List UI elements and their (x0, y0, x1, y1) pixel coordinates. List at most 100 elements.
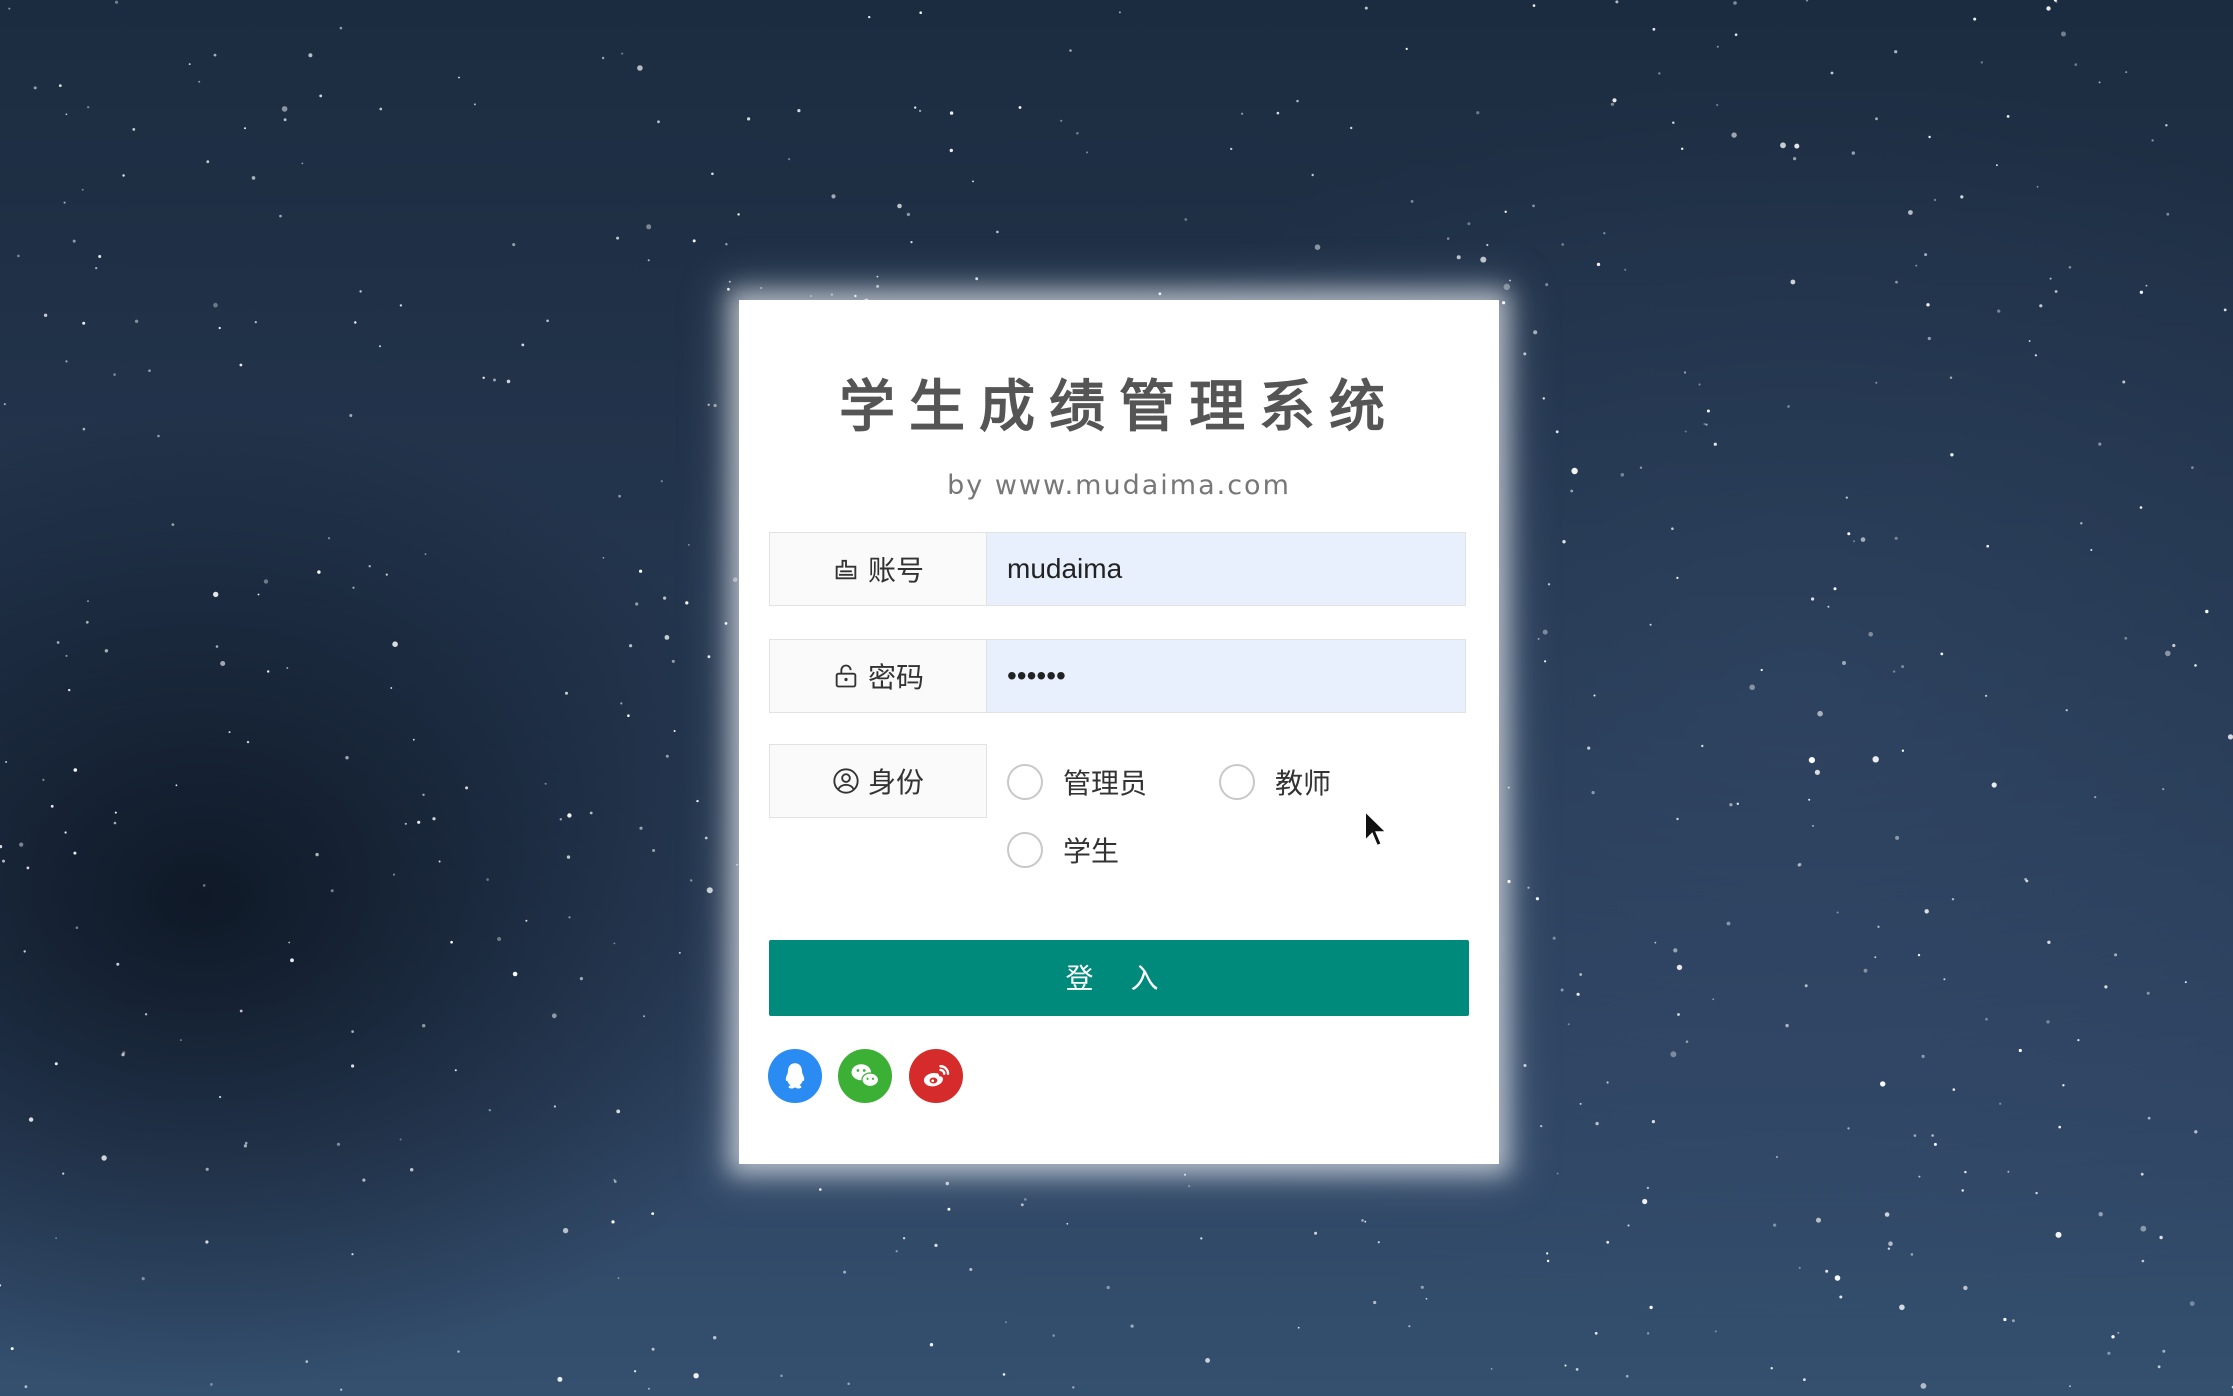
star (482, 376, 485, 379)
star (1731, 132, 1737, 138)
star (1816, 1217, 1821, 1223)
star (33, 86, 37, 90)
weibo-login-button[interactable] (909, 1049, 963, 1103)
star (568, 916, 571, 919)
star (2125, 71, 2128, 74)
star (101, 1155, 107, 1161)
star (1595, 1121, 1599, 1126)
star (352, 586, 355, 589)
star (1540, 1125, 1543, 1128)
star (157, 434, 160, 438)
star (2114, 953, 2118, 957)
star (215, 645, 219, 648)
star (1834, 1275, 1841, 1281)
star (267, 670, 270, 673)
star (1729, 803, 1733, 807)
role-label: 身份 (769, 744, 987, 818)
star (637, 65, 643, 71)
star (639, 569, 643, 573)
star (87, 600, 89, 602)
star (919, 11, 922, 14)
star (728, 280, 731, 283)
star (567, 813, 572, 818)
qq-login-button[interactable] (768, 1049, 822, 1103)
star (65, 360, 68, 363)
star (1480, 256, 1487, 263)
radio-circle[interactable] (1219, 764, 1255, 800)
star (1188, 1185, 1191, 1188)
role-option-student[interactable]: 学生 (1007, 830, 1119, 870)
star (1830, 71, 1834, 75)
star (1542, 629, 1548, 635)
role-option-admin[interactable]: 管理员 (1007, 762, 1147, 802)
star (354, 321, 357, 324)
star (473, 103, 476, 106)
radio-circle[interactable] (1007, 764, 1043, 800)
star (2046, 1020, 2050, 1024)
star (1836, 911, 1839, 914)
star (2147, 1116, 2151, 1120)
wechat-login-button[interactable] (838, 1049, 892, 1103)
star (1685, 1040, 1689, 1043)
star (557, 1376, 563, 1382)
star (1851, 151, 1856, 155)
weibo-icon (923, 1065, 950, 1087)
star (2117, 1331, 2120, 1334)
password-input[interactable] (987, 640, 1447, 712)
role-option-teacher[interactable]: 教师 (1219, 762, 1331, 802)
account-icon (835, 559, 857, 580)
star (404, 822, 407, 825)
star (1736, 802, 1740, 805)
star (359, 290, 362, 293)
star (218, 326, 221, 330)
star (288, 941, 291, 944)
subtitle: by www.mudaima.com (947, 470, 1291, 501)
star (611, 1220, 615, 1224)
account-input[interactable] (987, 533, 1447, 605)
star (830, 293, 834, 296)
star (251, 176, 256, 180)
star (1596, 262, 1601, 267)
star (876, 284, 880, 288)
star (1924, 909, 1929, 914)
star (1991, 782, 1997, 788)
star (1546, 1252, 1549, 1255)
star (1996, 164, 1998, 167)
star (330, 889, 334, 893)
star (458, 76, 460, 79)
star (63, 201, 66, 204)
star (55, 1237, 57, 1240)
star (551, 1013, 557, 1019)
star (1915, 264, 1918, 267)
star (23, 950, 26, 953)
star (685, 601, 689, 605)
star (566, 855, 571, 859)
star (1921, 1054, 1925, 1058)
star (1683, 371, 1687, 374)
radio-circle[interactable] (1007, 832, 1043, 868)
star (1827, 605, 1830, 608)
star (2166, 212, 2170, 216)
star (1425, 1297, 1428, 1300)
account-label-text: 账号 (867, 554, 924, 587)
star (1961, 1189, 1964, 1192)
star (1716, 103, 1719, 107)
login-button[interactable]: 登 入 (769, 940, 1469, 1016)
star (1933, 198, 1937, 202)
star (1405, 47, 1408, 51)
star (1811, 597, 1815, 601)
star (1486, 243, 1489, 247)
star (621, 52, 624, 55)
star (613, 942, 616, 945)
star (1542, 397, 1546, 400)
star (1924, 253, 1928, 257)
star (1952, 1088, 1956, 1091)
star (1456, 255, 1461, 260)
star (1018, 106, 1022, 109)
star (546, 319, 549, 323)
star (19, 842, 24, 847)
page-title: 学生成绩管理系统 (839, 375, 1399, 440)
star (257, 593, 260, 596)
account-row: 账号 (769, 532, 1467, 606)
star (2146, 991, 2150, 995)
